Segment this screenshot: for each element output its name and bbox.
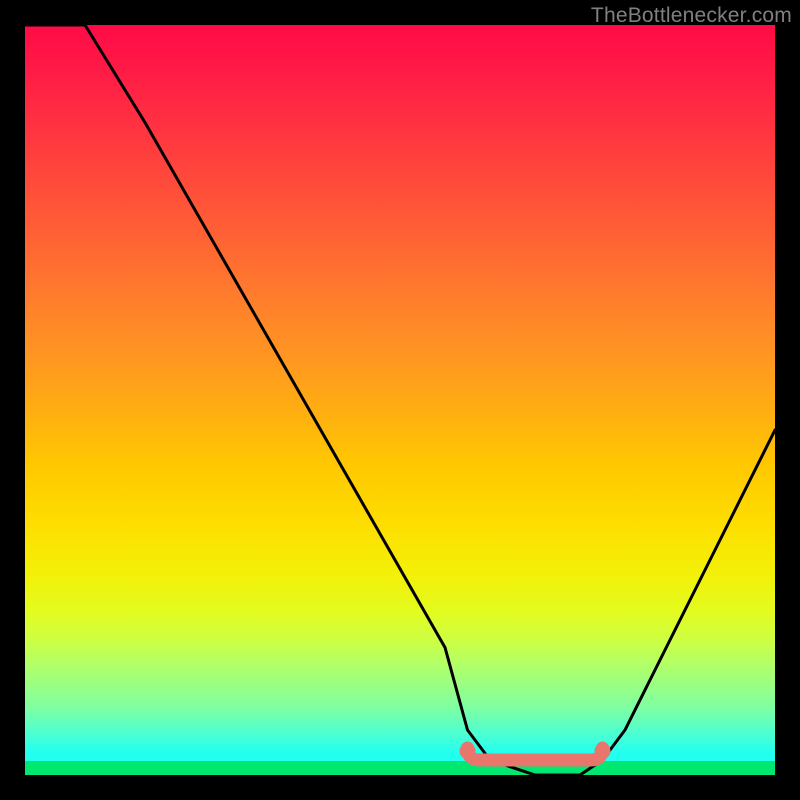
- curve-layer: [25, 25, 775, 775]
- chart-frame: TheBottlenecker.com: [0, 0, 800, 800]
- marker-bar: [468, 748, 603, 760]
- marker-dot-right: [595, 743, 611, 759]
- bottleneck-curve: [25, 25, 775, 775]
- marker-dot-left: [460, 743, 476, 759]
- watermark-text: TheBottlenecker.com: [591, 4, 792, 28]
- plot-area: [25, 25, 775, 775]
